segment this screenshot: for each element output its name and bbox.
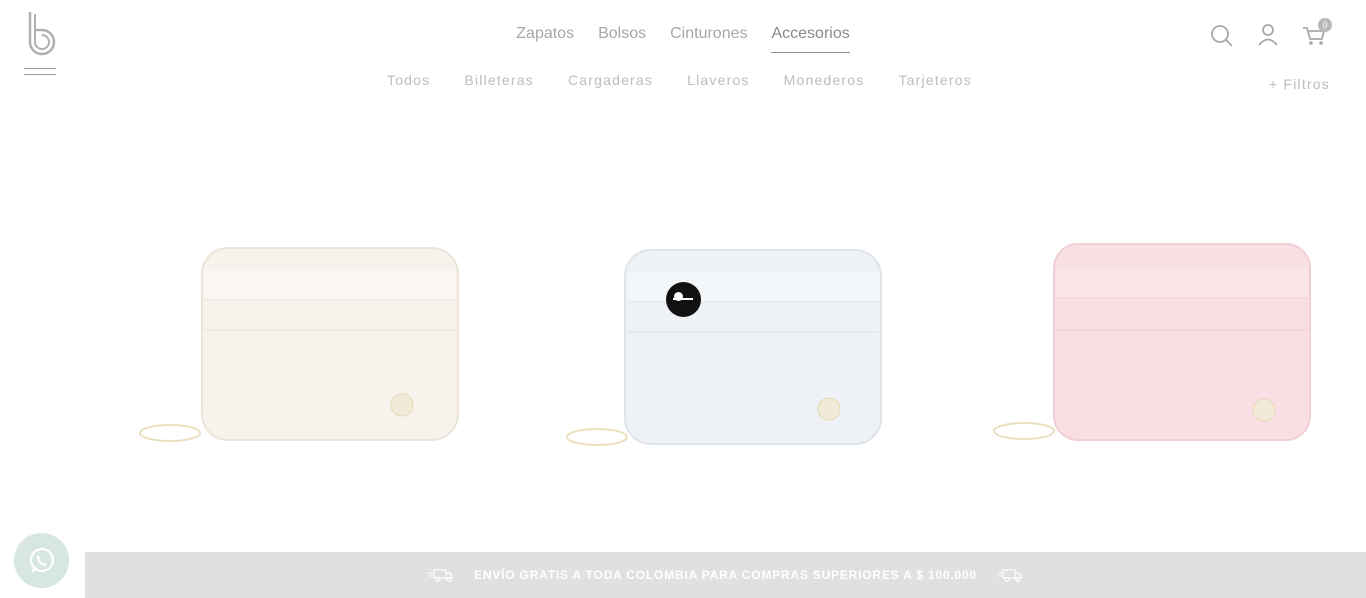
header-icons: 0: [1210, 18, 1332, 48]
search-button[interactable]: [1210, 20, 1234, 48]
subnav-item-monederos[interactable]: Monederos: [767, 70, 882, 90]
search-icon: [1211, 25, 1233, 47]
subnav-item-billeteras[interactable]: Billeteras: [447, 70, 551, 90]
product-image: [993, 243, 1311, 441]
nav-item-bolsos[interactable]: Bolsos: [586, 24, 658, 53]
product-card[interactable]: [984, 210, 1366, 470]
delivery-truck-icon: [996, 569, 1022, 582]
nav-item-accesorios[interactable]: Accesorios: [759, 24, 861, 53]
menu-line: [24, 74, 56, 75]
cursor-indicator: [666, 282, 701, 317]
nav-item-label: Cinturones: [670, 25, 748, 42]
filters-button[interactable]: + Filtros: [1269, 76, 1330, 92]
product-image: [566, 249, 882, 446]
main-nav: Zapatos Bolsos Cinturones Accesorios: [0, 24, 1366, 53]
nav-item-label: Bolsos: [598, 25, 647, 42]
subnav-item-cargaderas[interactable]: Cargaderas: [551, 70, 670, 90]
nav-item-zapatos[interactable]: Zapatos: [504, 24, 586, 53]
nav-item-label: Accesorios: [771, 24, 850, 53]
menu-line: [24, 68, 56, 69]
user-icon: [1258, 24, 1278, 46]
subnav-item-tarjeteros[interactable]: Tarjeteros: [881, 70, 988, 90]
subnav-item-llaveros[interactable]: Llaveros: [670, 70, 767, 90]
menu-toggle-button[interactable]: [24, 68, 56, 84]
nav-item-label: Zapatos: [516, 25, 575, 42]
product-card[interactable]: [557, 210, 984, 470]
delivery-truck-icon: [428, 569, 453, 582]
product-card[interactable]: [130, 210, 557, 470]
subnav-item-todos[interactable]: Todos: [370, 70, 447, 90]
cart-count-badge: 0: [1318, 18, 1332, 32]
product-grid: [130, 210, 1366, 470]
account-button[interactable]: [1256, 20, 1280, 48]
product-image: [139, 247, 459, 442]
whatsapp-icon: [29, 547, 54, 572]
cart-button[interactable]: 0: [1302, 18, 1332, 48]
promo-text: ENVÍO GRATIS A TODA COLOMBIA PARA COMPRA…: [474, 568, 977, 582]
nav-item-cinturones[interactable]: Cinturones: [658, 24, 759, 53]
sub-nav: Todos Billeteras Cargaderas Llaveros Mon…: [370, 70, 989, 90]
whatsapp-button[interactable]: [14, 533, 69, 588]
promo-bar: ENVÍO GRATIS A TODA COLOMBIA PARA COMPRA…: [85, 552, 1366, 598]
